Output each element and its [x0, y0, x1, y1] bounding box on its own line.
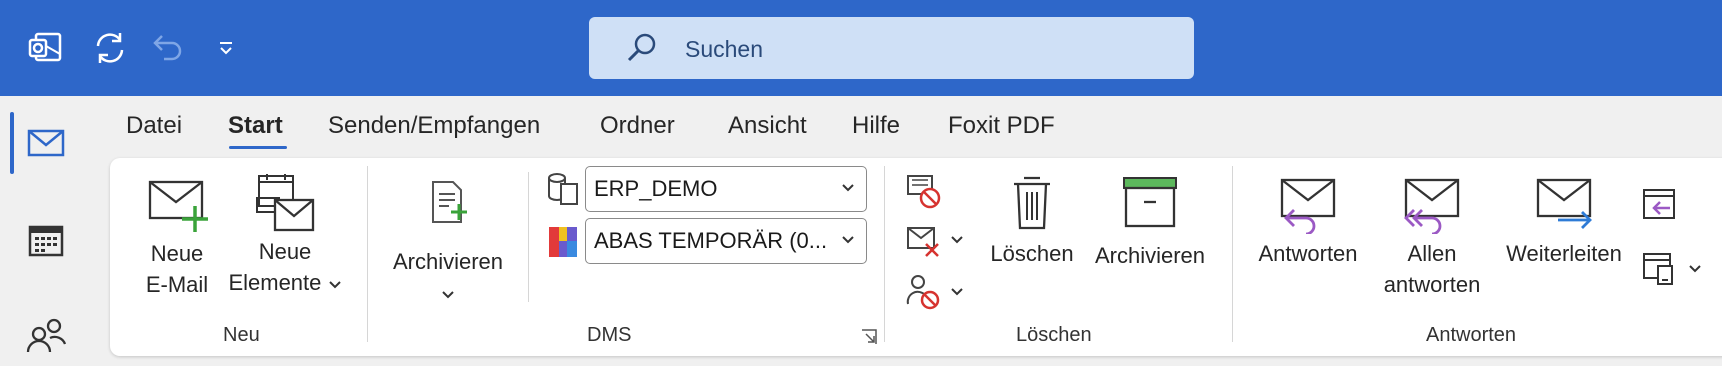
search-placeholder: Suchen — [685, 36, 764, 62]
title-bar: Suchen — [0, 0, 1722, 96]
group-separator — [1232, 166, 1233, 342]
dms-database-select[interactable]: ERP_DEMO — [585, 166, 867, 212]
reply-all-button[interactable]: Allen antworten — [1374, 176, 1490, 300]
archive-document-icon — [432, 181, 467, 223]
new-email-icon — [148, 180, 208, 232]
people-icon[interactable] — [22, 312, 70, 360]
search-box[interactable]: Suchen — [589, 17, 1194, 79]
chevron-down-icon — [842, 236, 854, 244]
group-separator — [884, 166, 885, 342]
archive-box-icon — [1123, 177, 1177, 228]
forward-button[interactable]: Weiterleiten — [1496, 176, 1632, 269]
tab-ansicht[interactable]: Ansicht — [728, 112, 807, 140]
outlook-app-icon[interactable] — [22, 24, 70, 72]
new-items-icon — [256, 174, 315, 232]
group-label-loeschen: Löschen — [1016, 324, 1092, 346]
inner-separator — [528, 172, 529, 302]
group-label-dms: DMS — [587, 324, 632, 346]
new-items-label: Elemente — [222, 267, 348, 298]
chevron-down-icon[interactable] — [1688, 264, 1702, 274]
more-respond-icon[interactable] — [1640, 248, 1680, 288]
chevron-down-icon — [328, 281, 341, 289]
tab-datei[interactable]: Datei — [126, 112, 182, 140]
new-items-button[interactable]: Neue Elemente — [222, 172, 348, 298]
chevron-down-icon[interactable] — [950, 287, 964, 297]
database-icon — [548, 173, 578, 205]
tab-senden-empfangen[interactable]: Senden/Empfangen — [328, 112, 540, 140]
tab-hilfe[interactable]: Hilfe — [852, 112, 900, 140]
junk-icon[interactable] — [904, 272, 944, 312]
active-tab-underline — [229, 146, 287, 149]
chevron-down-icon — [842, 184, 854, 192]
calendar-icon[interactable] — [22, 216, 70, 264]
forward-icon — [1536, 178, 1592, 229]
meeting-reply-icon[interactable] — [1640, 184, 1680, 224]
delete-button[interactable]: Löschen — [984, 172, 1080, 269]
reply-button[interactable]: Antworten — [1248, 176, 1368, 269]
clean-up-icon[interactable] — [904, 222, 944, 262]
dms-archive-button[interactable]: Archivieren — [384, 178, 512, 308]
mail-icon[interactable] — [22, 119, 70, 167]
dialog-launcher-icon[interactable] — [860, 328, 878, 346]
active-nav-indicator — [10, 112, 14, 174]
customize-quick-access-icon[interactable] — [202, 24, 250, 72]
tab-start[interactable]: Start — [228, 112, 283, 140]
ignore-conversation-icon[interactable] — [904, 172, 944, 212]
trash-icon — [1014, 176, 1050, 230]
new-email-button[interactable]: Neue E-Mail — [138, 176, 216, 300]
search-icon — [627, 33, 656, 62]
group-label-neu: Neu — [223, 324, 260, 346]
group-label-antworten: Antworten — [1426, 324, 1517, 346]
sync-icon[interactable] — [86, 24, 134, 72]
tab-foxit-pdf[interactable]: Foxit PDF — [948, 112, 1055, 140]
chevron-down-icon[interactable] — [950, 235, 964, 245]
reply-all-icon — [1404, 178, 1460, 236]
chevron-down-icon — [442, 291, 454, 299]
folder-colored-icon — [549, 227, 577, 257]
archive-button[interactable]: Archivieren — [1086, 176, 1214, 271]
dms-folder-select[interactable]: ABAS TEMPORÄR (0... — [585, 218, 867, 264]
reply-icon — [1280, 178, 1336, 236]
undo-icon[interactable] — [144, 24, 192, 72]
group-separator — [367, 166, 368, 342]
tab-ordner[interactable]: Ordner — [600, 112, 675, 140]
